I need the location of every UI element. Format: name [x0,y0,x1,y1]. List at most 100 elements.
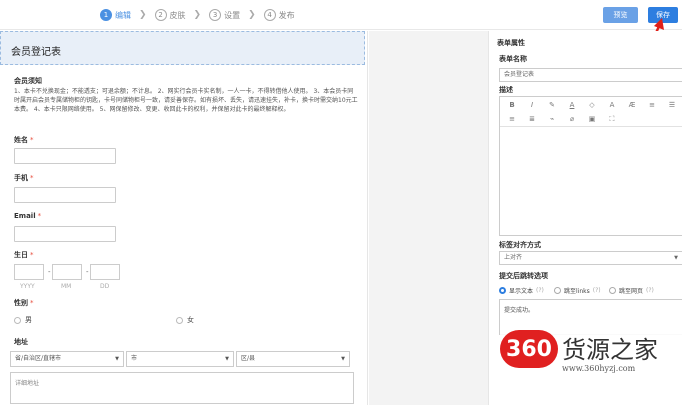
italic-icon[interactable]: I [526,99,538,111]
chevron-right-icon: ❯ [139,10,147,20]
step-publish[interactable]: 4 发布 [263,9,295,21]
help-hint[interactable]: (?) [593,287,601,294]
step-number: 4 [263,9,276,21]
logo-name: 货源之家 [562,336,658,364]
required-mark: * [37,212,42,220]
help-hint[interactable]: (?) [536,287,544,294]
phone-label-text: 手机 [14,174,28,182]
logo-badge: 360 [500,330,558,368]
name-label: 姓名 * [14,135,34,145]
submit-option-show-text[interactable]: 显示文本 (?) [499,286,544,295]
submit-option-webpage[interactable]: 跳至网页 (?) [609,286,654,295]
notice-title: 会员须知 [14,77,42,85]
caret-down-icon: ▼ [115,356,119,362]
align-center-icon[interactable]: ≡ [506,113,518,125]
step-label: 发布 [278,10,295,20]
name-input[interactable] [14,148,116,164]
month-hint: MM [61,283,72,290]
editor-toolbar: B I ✎ A ◇ A Æ ≡ ☰ ≡ ≣ ⌁ ⌀ ▣ ⛶ [500,97,682,127]
radio-label: 显示文本 [509,288,534,295]
submit-redirect-label: 提交后跳转选项 [499,272,548,280]
canvas-gutter [369,31,488,405]
description-label: 描述 [499,86,513,94]
radio-circle[interactable] [176,316,183,324]
phone-label: 手机 * [14,173,34,183]
date-separator: - [86,268,89,276]
required-mark: * [30,299,34,307]
birthday-label: 生日 * [14,250,34,260]
unlink-icon[interactable]: ⌀ [566,113,578,125]
align-left-icon[interactable]: ≡ [646,99,658,111]
select-text: 市 [131,355,138,362]
required-mark: * [30,174,34,182]
caret-down-icon: ▼ [341,356,345,362]
panel-title: 表单属性 [497,39,525,47]
address-label: 地址 [14,338,28,346]
email-input[interactable] [14,226,116,242]
radio-circle[interactable] [609,287,616,294]
form-title: 会员登记表 [11,47,61,58]
radio-circle[interactable] [14,316,21,324]
step-edit[interactable]: 1 编辑 [100,9,131,21]
clear-format-icon[interactable]: Æ [626,99,638,111]
phone-input[interactable] [14,187,116,203]
birthday-month-input[interactable] [52,264,82,280]
radio-label: 跳至links [564,288,590,295]
description-editor[interactable]: B I ✎ A ◇ A Æ ≡ ☰ ≡ ≣ ⌁ ⌀ ▣ ⛶ [499,96,682,236]
radio-label: 跳至网页 [619,288,644,295]
submit-option-links[interactable]: 跳至links (?) [554,286,601,295]
label-align-select[interactable]: 上对齐 ▼ [499,251,682,265]
select-text: 区/县 [241,355,256,362]
birthday-label-text: 生日 [14,251,28,259]
email-label-text: Email [14,212,36,220]
align-right-icon[interactable]: ≣ [526,113,538,125]
image-icon[interactable]: ▣ [586,113,598,125]
birthday-year-input[interactable] [14,264,44,280]
label-align-label: 标签对齐方式 [499,241,541,249]
step-label: 设置 [224,10,241,20]
text-size-icon[interactable]: A [606,99,618,111]
province-select[interactable]: 省/自治区/直辖市 ▼ [10,351,124,367]
step-progress: 1 编辑 ❯ 2 皮肤 ❯ 3 设置 ❯ 4 发布 [100,9,295,21]
form-canvas: 会员登记表 会员须知 1、本卡不兑换现金；不能透支；可退余额；不计息。 2、网实… [0,31,368,405]
radio-circle-checked[interactable] [499,287,506,294]
help-hint[interactable]: (?) [646,287,654,294]
gender-label-text: 性别 [14,299,28,307]
fullscreen-icon[interactable]: ⛶ [606,113,618,125]
list-icon[interactable]: ☰ [666,99,678,111]
name-label-text: 姓名 [14,136,28,144]
pen-icon[interactable]: ✎ [546,99,558,111]
radio-label: 男 [25,316,32,324]
font-color-icon[interactable]: A [566,99,578,111]
chevron-right-icon: ❯ [193,10,202,20]
address-detail-input[interactable]: 详细地址 [10,372,354,404]
radio-circle[interactable] [554,287,561,294]
select-text: 上对齐 [504,254,523,261]
day-hint: DD [100,283,110,290]
required-mark: * [30,251,34,259]
notice-text: 1、本卡不兑换现金；不能透支；可退余额；不计息。 2、网实行会员卡实名制，一人一… [14,88,358,113]
form-name-input[interactable]: 会员登记表 [499,68,682,82]
gender-label: 性别 * [14,298,34,308]
required-mark: * [30,136,34,144]
district-select[interactable]: 区/县 ▼ [236,351,350,367]
email-label: Email * [14,212,41,220]
city-select[interactable]: 市 ▼ [126,351,234,367]
top-bar: 1 编辑 ❯ 2 皮肤 ❯ 3 设置 ❯ 4 发布 预览 保存 [0,0,682,30]
step-settings[interactable]: 3 设置 [209,9,240,21]
birthday-day-input[interactable] [90,264,120,280]
highlight-icon[interactable]: ◇ [586,99,598,111]
year-hint: YYYY [20,283,35,290]
step-label: 皮肤 [169,10,186,20]
step-number: 2 [154,9,167,21]
logo-url: www.360hyzj.com [562,364,636,373]
step-skin[interactable]: 2 皮肤 [154,9,186,21]
preview-button[interactable]: 预览 [603,7,638,23]
watermark-logo: 360 货源之家 www.360hyzj.com [500,326,682,382]
gender-option-female[interactable]: 女 [176,315,194,325]
caret-down-icon: ▼ [674,255,678,261]
bold-icon[interactable]: B [506,99,518,111]
gender-option-male[interactable]: 男 [14,315,32,325]
form-header[interactable]: 会员登记表 [0,31,365,65]
link-icon[interactable]: ⌁ [546,113,558,125]
